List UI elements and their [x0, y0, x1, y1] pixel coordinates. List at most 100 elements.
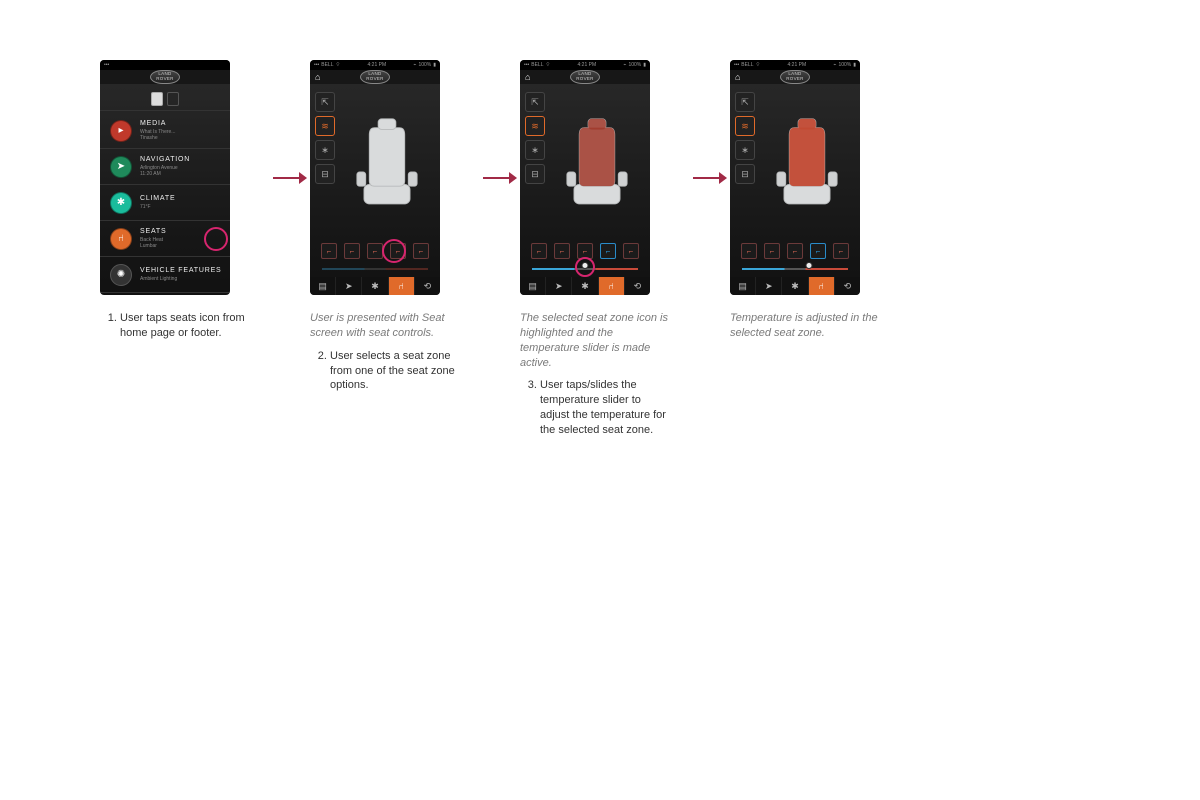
tab-audio[interactable]: ⟲	[835, 277, 860, 295]
seat-mode-column: ⇱ ≋ ∗ ⊟	[525, 92, 547, 184]
seat-mode-link[interactable]: ⇱	[735, 92, 755, 112]
flow-arrow-icon	[273, 172, 307, 184]
menu-item-seats[interactable]: ⑁ SEATS Back Heat Lumbar	[100, 221, 230, 257]
seat-zone-5[interactable]: ⌐	[833, 243, 849, 259]
home-button[interactable]: ⌂	[525, 72, 530, 82]
seat-zone-4[interactable]: ⌐	[600, 243, 616, 259]
tab-audio[interactable]: ⟲	[625, 277, 650, 295]
tab-climate[interactable]: ✱	[362, 277, 388, 295]
flow-arrow-icon	[693, 172, 727, 184]
temperature-slider[interactable]	[526, 265, 644, 273]
menu-item-media[interactable]: ▸ MEDIA What Is There... Tinashe	[100, 113, 230, 149]
seat-zone-3[interactable]: ⌐	[577, 243, 593, 259]
temperature-slider[interactable]	[316, 265, 434, 273]
tab-climate[interactable]: ✱	[782, 277, 808, 295]
tab-car[interactable]: ▤	[730, 277, 756, 295]
seat-visual	[548, 88, 646, 239]
home-menu: ▸ MEDIA What Is There... Tinashe ➤ NAVIG…	[100, 110, 230, 295]
rear-seat-icon[interactable]	[167, 92, 179, 106]
tab-nav[interactable]: ➤	[756, 277, 782, 295]
seat-mode-lumbar[interactable]: ⊟	[315, 164, 335, 184]
battery-label: 100%	[418, 62, 431, 68]
status-bar: •••BELL⌔ 4:21 PM ⌁100%▮	[310, 60, 440, 70]
landrover-logo: LAND ROVER	[570, 70, 600, 84]
tab-climate[interactable]: ✱	[572, 277, 598, 295]
seat-selector-top[interactable]	[100, 84, 230, 110]
climate-icon: ✱	[110, 192, 132, 214]
seat-mode-heat[interactable]: ≋	[525, 116, 545, 136]
bluetooth-icon: ⌁	[833, 62, 836, 68]
seats-sub2: Lumbar	[140, 243, 166, 249]
tab-car[interactable]: ▤	[520, 277, 546, 295]
seat-zone-5[interactable]: ⌐	[623, 243, 639, 259]
seat-zone-3[interactable]: ⌐	[787, 243, 803, 259]
home-button[interactable]: ⌂	[315, 72, 320, 82]
seat-zone-row: ⌐ ⌐ ⌐ ⌐ ⌐	[316, 243, 434, 259]
seat-zone-5[interactable]: ⌐	[413, 243, 429, 259]
tab-car[interactable]: ▤	[310, 277, 336, 295]
temperature-slider[interactable]	[736, 265, 854, 273]
brand-bar: ⌂ LAND ROVER	[730, 70, 860, 84]
status-bar: •••BELL⌔ 4:21 PM ⌁100%▮	[730, 60, 860, 70]
tab-audio[interactable]: ⟲	[415, 277, 440, 295]
seat-zone-4[interactable]: ⌐	[810, 243, 826, 259]
seat-zone-2[interactable]: ⌐	[554, 243, 570, 259]
seat-mode-fan[interactable]: ∗	[735, 140, 755, 160]
menu-item-climate[interactable]: ✱ CLIMATE 71°F	[100, 185, 230, 221]
clock-label: 4:21 PM	[578, 62, 597, 68]
seat-zone-1[interactable]: ⌐	[741, 243, 757, 259]
seats-icon: ⑁	[110, 228, 132, 250]
seat-mode-fan[interactable]: ∗	[315, 140, 335, 160]
tab-seats[interactable]: ⑁	[599, 277, 625, 295]
tab-nav[interactable]: ➤	[336, 277, 362, 295]
seat-mode-column: ⇱ ≋ ∗ ⊟	[315, 92, 337, 184]
menu-item-vehicle-features[interactable]: ✺ VEHICLE FEATURES Ambient Lighting	[100, 257, 230, 293]
seat-mode-link[interactable]: ⇱	[315, 92, 335, 112]
battery-icon: ▮	[853, 62, 856, 68]
seat-mode-link[interactable]: ⇱	[525, 92, 545, 112]
seat-zone-1[interactable]: ⌐	[531, 243, 547, 259]
home-button[interactable]: ⌂	[735, 72, 740, 82]
step3-text: User taps/slides the temperature slider …	[540, 378, 670, 437]
brand-bar: ⌂ LAND ROVER	[520, 70, 650, 84]
seat-visual	[758, 88, 856, 239]
tab-seats[interactable]: ⑁	[389, 277, 415, 295]
step-4: •••BELL⌔ 4:21 PM ⌁100%▮ ⌂ LAND ROVER ⇱ ≋…	[730, 60, 900, 349]
status-bar: •••	[100, 60, 230, 70]
seat-mode-fan[interactable]: ∗	[525, 140, 545, 160]
tab-nav[interactable]: ➤	[546, 277, 572, 295]
caption-step-2: User is presented with Seat screen with …	[310, 311, 460, 397]
vf-sub1: Ambient Lighting	[140, 276, 222, 282]
wifi-icon: ⌔	[336, 62, 341, 68]
step1-text: User taps seats icon from home page or f…	[120, 311, 250, 341]
slider-thumb[interactable]	[806, 262, 813, 269]
seat-mode-heat[interactable]: ≋	[735, 116, 755, 136]
slider-thumb[interactable]	[582, 262, 589, 269]
bluetooth-icon: ⌁	[623, 62, 626, 68]
climate-sub1: 71°F	[140, 204, 175, 210]
battery-label: 100%	[838, 62, 851, 68]
seat-zone-4[interactable]: ⌐	[390, 243, 406, 259]
battery-icon: ▮	[643, 62, 646, 68]
seat-zone-3[interactable]: ⌐	[367, 243, 383, 259]
media-icon: ▸	[110, 120, 132, 142]
seat-zone-2[interactable]: ⌐	[344, 243, 360, 259]
menu-item-navigation[interactable]: ➤ NAVIGATION Arlington Avenue 11:20 AM	[100, 149, 230, 185]
seat-mode-lumbar[interactable]: ⊟	[525, 164, 545, 184]
tab-bar: ▤ ➤ ✱ ⑁ ⟲	[310, 277, 440, 295]
seat-zone-row: ⌐ ⌐ ⌐ ⌐ ⌐	[736, 243, 854, 259]
nav-title: NAVIGATION	[140, 156, 190, 164]
tab-seats[interactable]: ⑁	[809, 277, 835, 295]
nav-sub2: 11:20 AM	[140, 171, 190, 177]
seat-mode-heat[interactable]: ≋	[315, 116, 335, 136]
phone-seat-zone-selected: •••BELL⌔ 4:21 PM ⌁100%▮ ⌂ LAND ROVER ⇱ ≋…	[520, 60, 650, 295]
carrier-label: BELL	[741, 62, 753, 68]
battery-label: 100%	[628, 62, 641, 68]
seat-zone-2[interactable]: ⌐	[764, 243, 780, 259]
front-seat-icon[interactable]	[151, 92, 163, 106]
seat-mode-lumbar[interactable]: ⊟	[735, 164, 755, 184]
seat-zone-1[interactable]: ⌐	[321, 243, 337, 259]
clock-label: 4:21 PM	[368, 62, 387, 68]
phone-seat-temp-adjusted: •••BELL⌔ 4:21 PM ⌁100%▮ ⌂ LAND ROVER ⇱ ≋…	[730, 60, 860, 295]
caption-step-4: Temperature is adjusted in the selected …	[730, 311, 880, 349]
